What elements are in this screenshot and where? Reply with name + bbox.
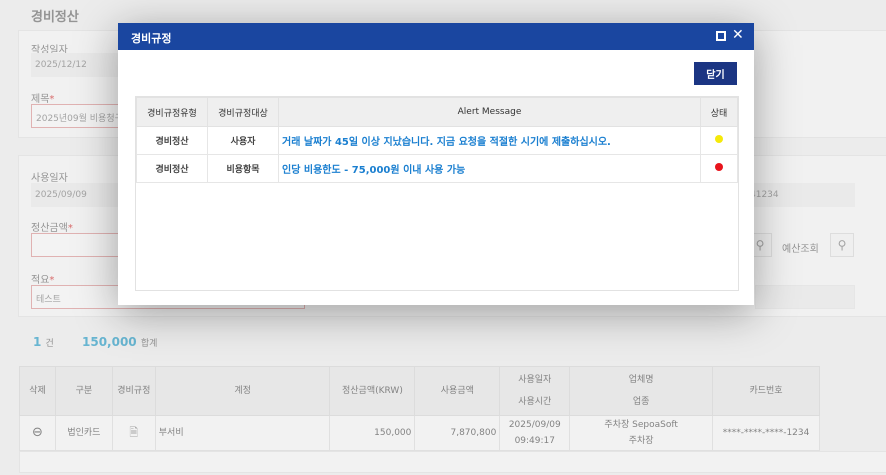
col-alert-message: Alert Message bbox=[278, 97, 701, 127]
maximize-icon[interactable] bbox=[716, 31, 726, 41]
table-row: 경비정산 사용자 거래 날짜가 45일 이상 지났습니다. 지금 요청을 적절한… bbox=[136, 126, 738, 155]
cell-rule-target: 비용항목 bbox=[207, 154, 279, 183]
col-rule-target: 경비규정대상 bbox=[207, 97, 279, 127]
modal-title: 경비규정 bbox=[131, 32, 172, 45]
cell-rule-type: 경비정산 bbox=[136, 154, 208, 183]
close-icon[interactable]: ✕ bbox=[732, 27, 744, 43]
cell-alert-message: 인당 비용한도 - 75,000원 이내 사용 가능 bbox=[278, 154, 701, 183]
close-button[interactable]: 닫기 bbox=[694, 62, 737, 85]
cell-rule-target: 사용자 bbox=[207, 126, 279, 155]
table-row: 경비정산 비용항목 인당 비용한도 - 75,000원 이내 사용 가능 bbox=[136, 154, 738, 183]
rule-table: 경비규정유형 경비규정대상 Alert Message 상태 경비정산 사용자 … bbox=[136, 97, 738, 183]
cell-status bbox=[700, 126, 738, 155]
cell-alert-message: 거래 날짜가 45일 이상 지났습니다. 지금 요청을 적절한 시기에 제출하십… bbox=[278, 126, 701, 155]
col-rule-type: 경비규정유형 bbox=[136, 97, 208, 127]
cell-status bbox=[700, 154, 738, 183]
modal-header: 경비규정 ✕ bbox=[118, 23, 754, 50]
cell-rule-type: 경비정산 bbox=[136, 126, 208, 155]
status-dot-icon bbox=[715, 135, 723, 143]
rule-table-container: 경비규정유형 경비규정대상 Alert Message 상태 경비정산 사용자 … bbox=[135, 96, 739, 291]
col-status: 상태 bbox=[700, 97, 738, 127]
status-dot-icon bbox=[715, 163, 723, 171]
expense-rule-modal: 경비규정 ✕ 닫기 경비규정유형 경비규정대상 Alert Message 상태… bbox=[118, 23, 754, 305]
